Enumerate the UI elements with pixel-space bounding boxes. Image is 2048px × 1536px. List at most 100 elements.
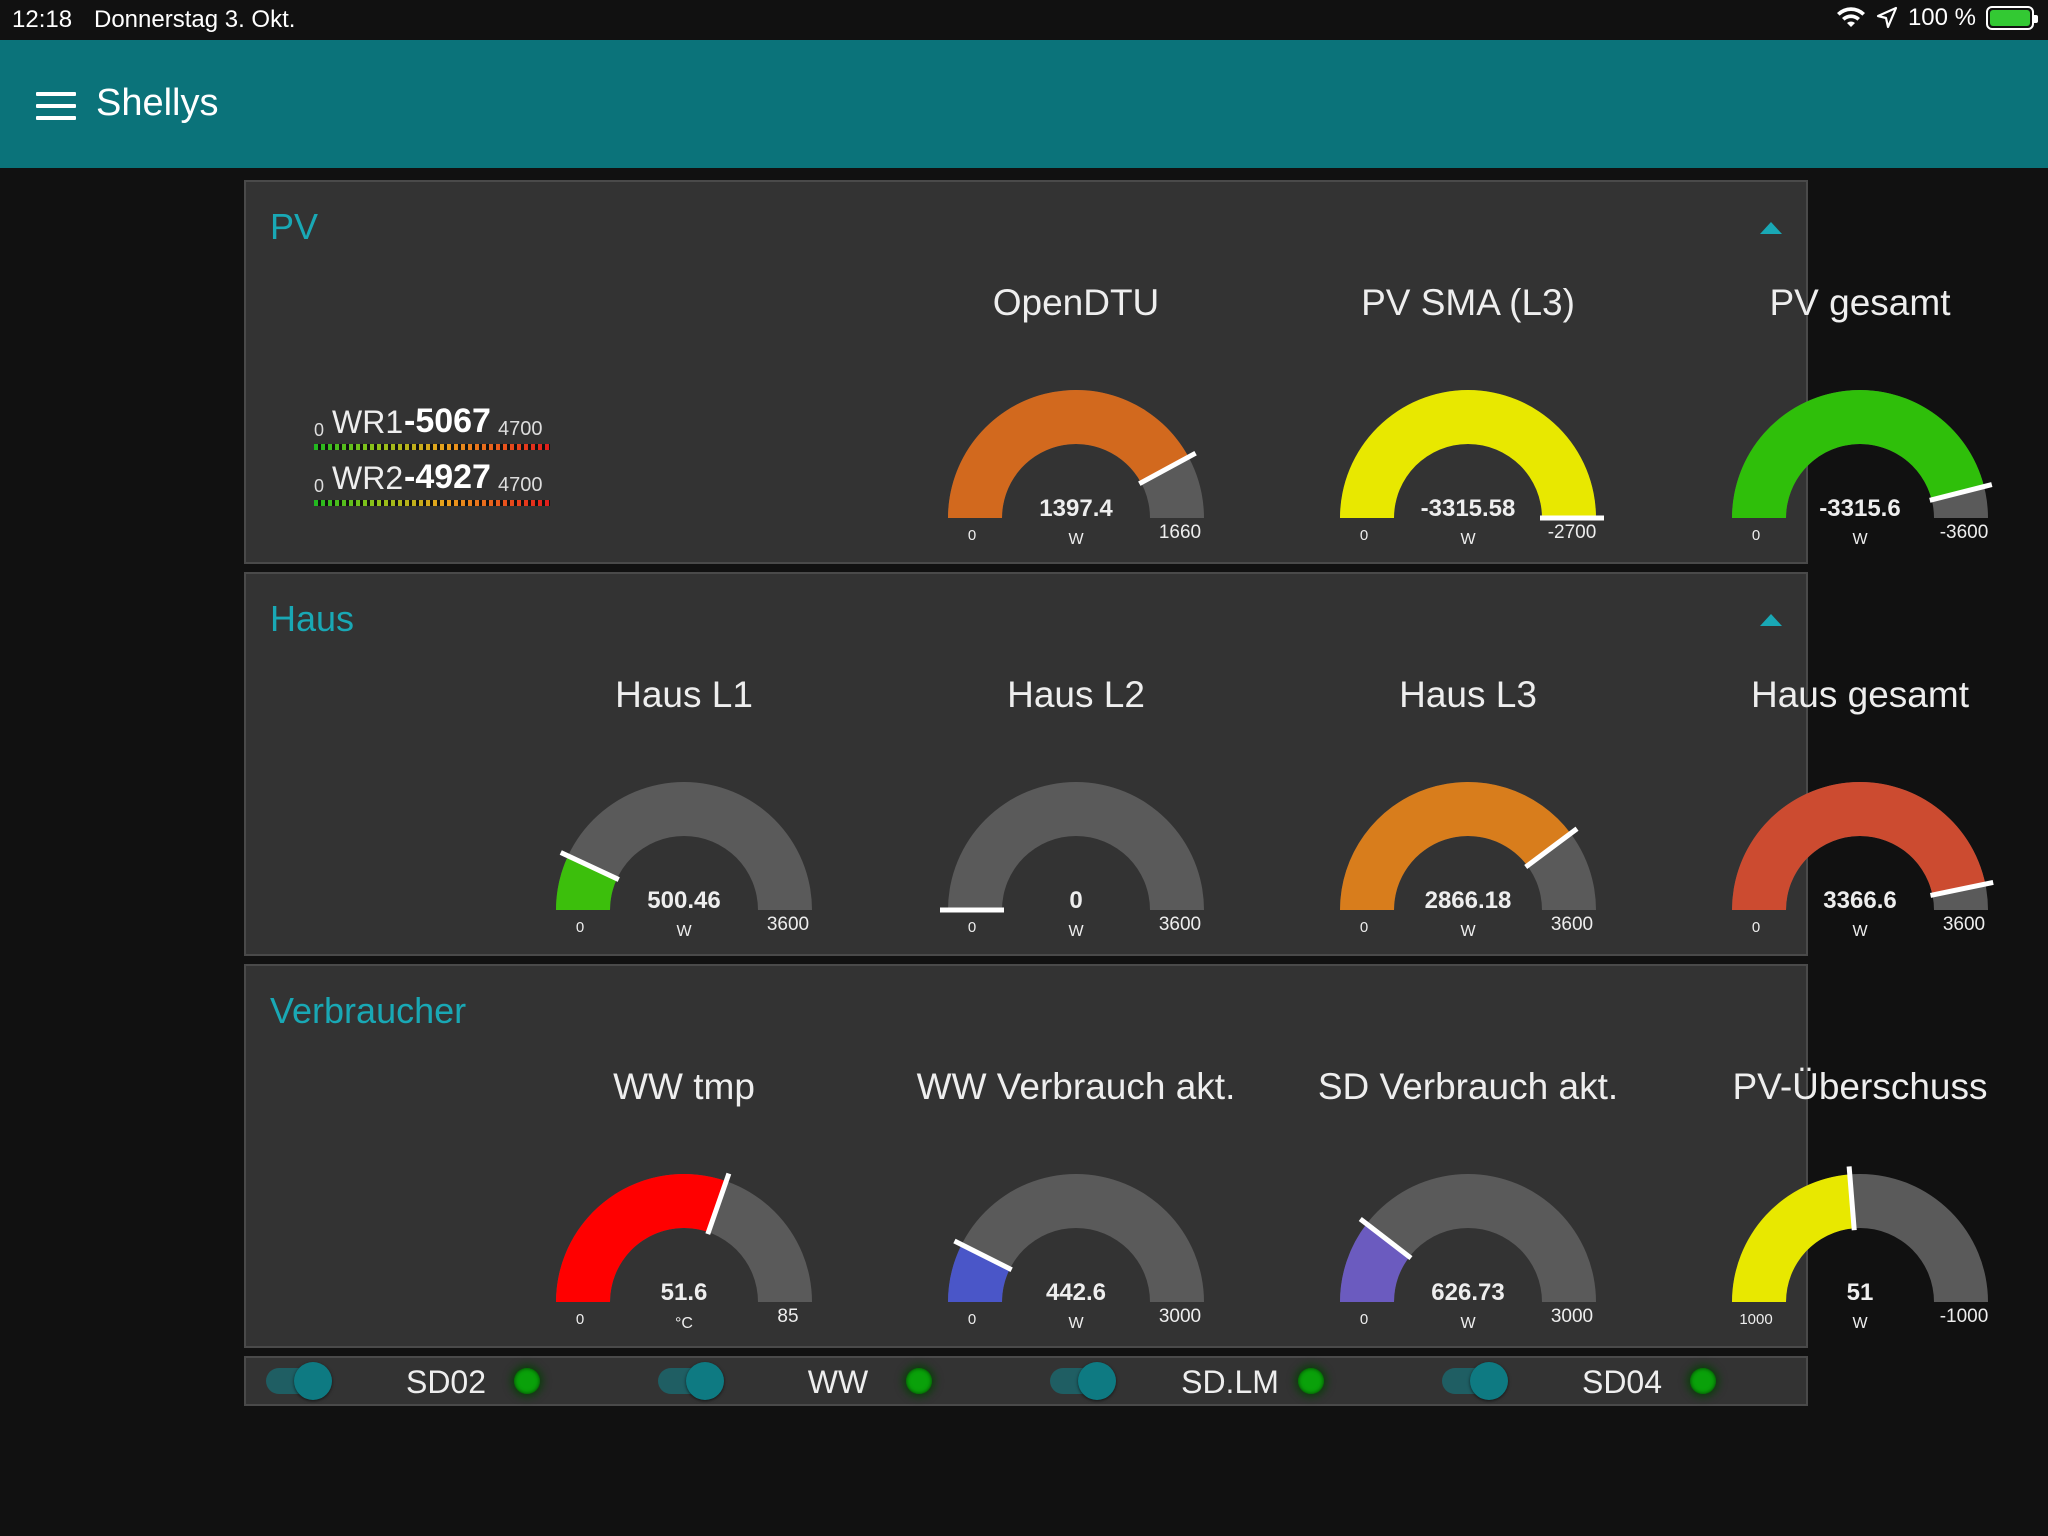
gauge-min: 0 [576,1311,584,1328]
collapse-pv-chevron-up-icon[interactable] [1760,222,1782,234]
gauge-dial: 500.46 W 0 3600 [556,782,812,940]
status-time: 12:18 [12,6,73,33]
battery-percent: 100 % [1907,4,1976,31]
gauge-min: 0 [1360,919,1368,936]
gauge-unit: W [1068,531,1084,548]
gauge-value: 442.6 [1046,1279,1106,1306]
wr2-level-bar [314,500,550,506]
wr1-level: 0 WR1 -5067 4700 [314,402,564,452]
page-title: Shellys [96,82,219,124]
gauge-value: 51.6 [661,1279,708,1306]
wr1-name: WR1 [332,404,404,440]
wr1-level-bar [314,444,550,450]
status-led-sd02 [514,1368,540,1394]
gauge-max: 3000 [1551,1306,1593,1327]
group-pv: PV 0 WR1 -5067 4700 0 WR2 -4927 4700 Ope… [244,180,1993,564]
gauge-unit: W [1460,531,1476,548]
gauge-dial: 51.6 °C 0 85 [556,1172,812,1332]
status-bar: 12:18 Donnerstag 3. Okt. 100 % [0,0,2048,40]
hamburger-menu-icon[interactable] [36,92,76,122]
wr2-value: -4927 [404,458,491,496]
gauge-min: 0 [968,1311,976,1328]
gauge-max: -3600 [1940,522,1989,543]
toggle-ww[interactable] [658,1362,724,1400]
wr1-max: 4700 [498,418,543,440]
location-arrow-icon [1876,6,1898,29]
gauge-value: -3315.58 [1421,495,1516,522]
gauge-min: 0 [576,919,584,936]
gauge-dial: -3315.6 W 0 -3600 [1732,390,1993,548]
wr2-min: 0 [314,476,325,496]
status-led-ww [906,1368,932,1394]
collapse-haus-chevron-up-icon[interactable] [1760,614,1782,626]
switch-ww: WW [638,1358,1028,1404]
gauge-max: -2700 [1548,522,1597,543]
gauge-opendtu: OpenDTU 1397.4 W 0 1660 [880,282,1272,572]
group-title-pv: PV [270,206,319,247]
gauge-dial: 2866.18 W 0 3600 [1340,781,1596,940]
group-verbraucher: Verbraucher WW tmp 51.6 °C 0 85 WW Verbrauch… [244,964,1988,1348]
gauge-value: -3315.6 [1819,495,1900,522]
gauge-value: 1397.4 [1039,495,1113,522]
gauge-unit: W [1852,923,1868,940]
gauge-max: 3600 [767,914,809,935]
gauge-unit: W [1460,1315,1476,1332]
gauge-unit: W [676,923,692,940]
gauge-min: 0 [968,527,976,544]
toggle-sd04[interactable] [1442,1362,1508,1400]
wifi-icon [1836,7,1865,27]
gauge-value: 51 [1847,1279,1874,1306]
status-led-sd-lm [1298,1368,1324,1394]
group-title-haus: Haus [270,598,355,639]
status-right: 100 % [1836,4,2038,32]
gauge-dial: 626.73 W 0 3000 [1340,1174,1596,1332]
gauge-value: 2866.18 [1425,887,1512,914]
battery-charging-icon [1986,6,2038,30]
switch-sd02: SD02 [246,1358,636,1404]
gauge-unit: W [1852,1315,1868,1332]
group-title-verbraucher: Verbraucher [270,990,467,1031]
wr2-level: 0 WR2 -4927 4700 [314,458,564,508]
wr2-max: 4700 [498,474,543,496]
gauge-unit: W [1852,531,1868,548]
gauge-pv-gesamt: PV gesamt -3315.6 W 0 -3600 [1664,282,2048,572]
gauge-min: 0 [1360,527,1368,544]
wr-level-panel: 0 WR1 -5067 4700 0 WR2 -4927 4700 [314,402,564,512]
gauge-max: 3600 [1551,914,1593,935]
app-bar: Shellys [0,40,2048,168]
gauge-ww-tmp: WW tmp 51.6 °C 0 85 [488,1066,880,1356]
gauge-dial: 1397.4 W 0 1660 [948,390,1204,548]
gauge-unit: W [1460,923,1476,940]
gauge-unit: W [1068,923,1084,940]
wr1-min: 0 [314,420,325,440]
switch-bar: SD02 WW SD.LM SD04 [244,1356,1808,1406]
gauge-pv-sma-l3: PV SMA (L3) -3315.58 W 0 -2700 [1272,282,1664,572]
gauge-haus-gesamt: Haus gesamt 3366.6 W 0 3600 [1664,674,2048,964]
gauge-dial: 0 W 0 3600 [940,782,1204,940]
gauge-dial: 442.6 W 0 3000 [948,1174,1204,1332]
gauge-unit: °C [675,1315,693,1332]
toggle-sd02[interactable] [266,1362,332,1400]
status-led-sd04 [1690,1368,1716,1394]
switch-sd04: SD04 [1422,1358,1812,1404]
gauge-dial: 51 W 1000 -1000 [1732,1166,1989,1332]
wr2-name: WR2 [332,460,404,496]
gauge-haus-l1: Haus L1 500.46 W 0 3600 [488,674,880,964]
gauge-dial: 3366.6 W 0 3600 [1732,782,1994,940]
gauge-ww-verbrauch: WW Verbrauch akt. 442.6 W 0 3000 [880,1066,1272,1356]
gauge-sd-verbrauch: SD Verbrauch akt. 626.73 W 0 3000 [1272,1066,1664,1356]
gauge-max: 3000 [1159,1306,1201,1327]
gauge-min: 0 [1752,919,1760,936]
gauge-value: 626.73 [1431,1279,1504,1306]
switch-sd-lm: SD.LM [1030,1358,1420,1404]
gauge-max: 85 [777,1306,798,1327]
gauge-value: 500.46 [647,887,720,914]
gauge-haus-l2: Haus L2 0 W 0 3600 [880,674,1272,964]
gauge-max: 3600 [1159,914,1201,935]
toggle-sd-lm[interactable] [1050,1362,1116,1400]
gauge-max: 3600 [1943,914,1985,935]
gauge-pv-ueberschuss: PV-Überschuss 51 W 1000 -1000 [1664,1066,2048,1356]
gauge-dial: -3315.58 W 0 -2700 [1340,390,1604,548]
gauge-max: -1000 [1940,1306,1989,1327]
status-date: Donnerstag 3. Okt. [94,6,296,33]
